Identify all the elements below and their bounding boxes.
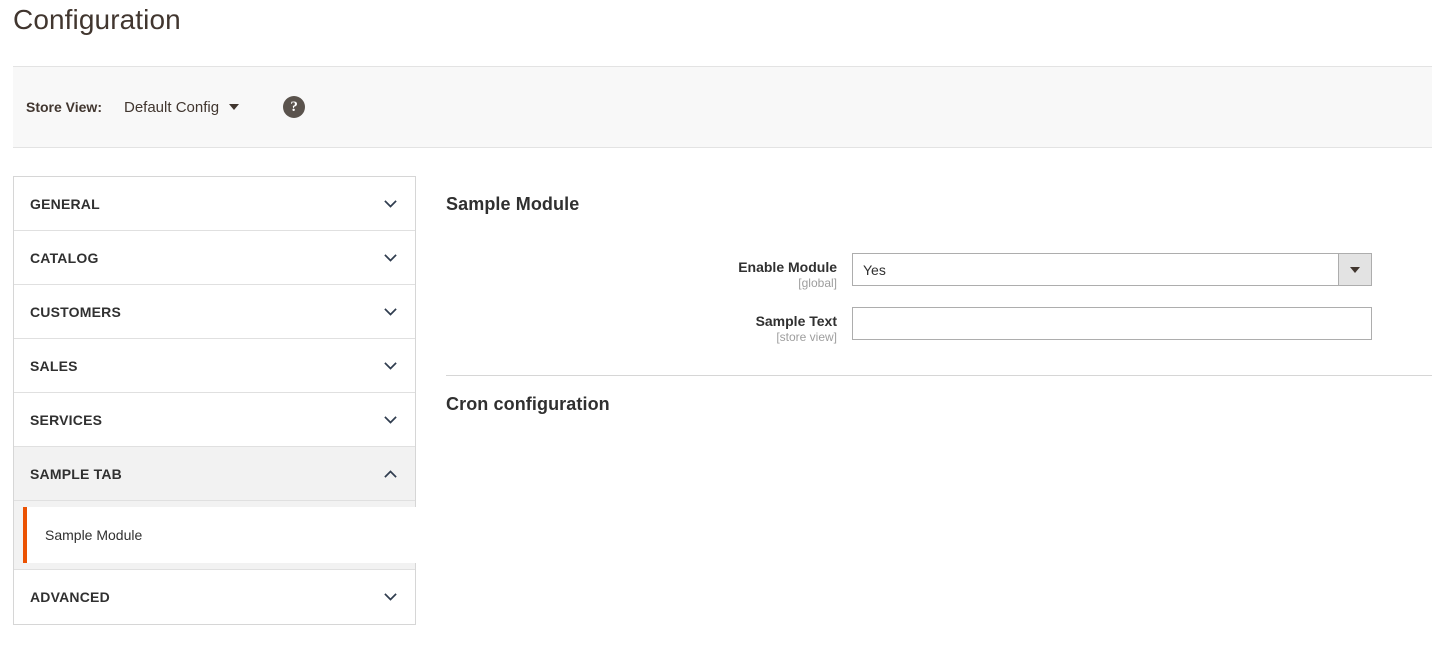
- sidebar-section-customers: CUSTOMERS: [14, 285, 415, 339]
- sample-text-input[interactable]: [852, 307, 1372, 340]
- store-view-select[interactable]: Default Config: [124, 98, 240, 116]
- field-row-enable-module: Enable Module [global] Yes: [446, 253, 1432, 291]
- field-label: Enable Module: [738, 259, 837, 275]
- section-divider: [446, 375, 1432, 376]
- store-view-value: Default Config: [124, 98, 220, 116]
- help-icon[interactable]: ?: [283, 96, 306, 118]
- fields-group: Enable Module [global] Yes Sample Text […: [446, 253, 1432, 345]
- chevron-up-icon: [384, 467, 397, 480]
- config-main-content: Sample Module Enable Module [global] Yes: [446, 176, 1432, 361]
- field-label-wrap: Sample Text [store view]: [446, 307, 852, 345]
- chevron-down-icon: [384, 197, 397, 210]
- sidebar-item-sales[interactable]: SALES: [14, 339, 415, 393]
- chevron-down-icon: [384, 591, 397, 604]
- chevron-down-icon: [384, 359, 397, 372]
- sidebar-item-label: CUSTOMERS: [30, 303, 121, 320]
- caret-down-icon: [229, 104, 240, 110]
- sidebar-section-sample-tab: SAMPLE TAB Sample Module: [14, 447, 417, 570]
- enable-module-select-value[interactable]: Yes: [852, 253, 1338, 286]
- sidebar-item-sample-tab[interactable]: SAMPLE TAB: [14, 447, 415, 501]
- caret-down-icon: [1350, 266, 1360, 273]
- sidebar-item-general[interactable]: GENERAL: [14, 177, 415, 231]
- sidebar-item-label: ADVANCED: [30, 589, 110, 605]
- sidebar-item-label: SERVICES: [30, 411, 103, 428]
- sidebar-section-catalog: CATALOG: [14, 231, 415, 285]
- store-view-label: Store View:: [26, 99, 102, 115]
- field-label: Sample Text: [755, 313, 837, 329]
- section-title-cron-configuration: Cron configuration: [446, 394, 610, 414]
- section-title-sample-module: Sample Module: [446, 194, 580, 214]
- chevron-down-icon: [384, 251, 397, 264]
- sidebar-item-customers[interactable]: CUSTOMERS: [14, 285, 415, 339]
- field-control: Yes: [852, 253, 1372, 286]
- field-scope: [global]: [798, 276, 837, 290]
- field-label-wrap: Enable Module [global]: [446, 253, 852, 291]
- enable-module-select[interactable]: Yes: [852, 253, 1372, 286]
- field-control: [852, 307, 1372, 340]
- sidebar-item-label: GENERAL: [30, 195, 100, 212]
- chevron-down-icon: [384, 305, 397, 318]
- sidebar-item-services[interactable]: SERVICES: [14, 393, 415, 447]
- sidebar-item-catalog[interactable]: CATALOG: [14, 231, 415, 285]
- sidebar-submenu-sample-tab: Sample Module: [14, 501, 417, 570]
- page-title: Configuration: [13, 4, 181, 35]
- sidebar-item-label: CATALOG: [30, 249, 99, 266]
- chevron-down-icon: [384, 413, 397, 426]
- sidebar-section-services: SERVICES: [14, 393, 415, 447]
- field-scope: [store view]: [776, 330, 837, 344]
- sidebar-item-sample-module[interactable]: Sample Module: [23, 507, 417, 563]
- sidebar-item-advanced[interactable]: ADVANCED: [14, 570, 415, 624]
- select-dropdown-button[interactable]: [1338, 253, 1372, 286]
- sidebar-section-sales: SALES: [14, 339, 415, 393]
- store-view-switcher-bar: Store View: Default Config ?: [13, 66, 1432, 148]
- sidebar-section-advanced: ADVANCED: [14, 570, 415, 624]
- sidebar-subitem-label: Sample Module: [45, 527, 143, 543]
- configuration-page: Configuration Store View: Default Config…: [0, 0, 1432, 652]
- sidebar-item-label: SALES: [30, 357, 78, 374]
- sidebar-section-general: GENERAL: [14, 177, 415, 231]
- sidebar-item-label: SAMPLE TAB: [30, 465, 122, 482]
- config-sidebar: GENERAL CATALOG CUSTOMERS SALES SERVICES…: [13, 176, 417, 625]
- field-row-sample-text: Sample Text [store view]: [446, 307, 1432, 345]
